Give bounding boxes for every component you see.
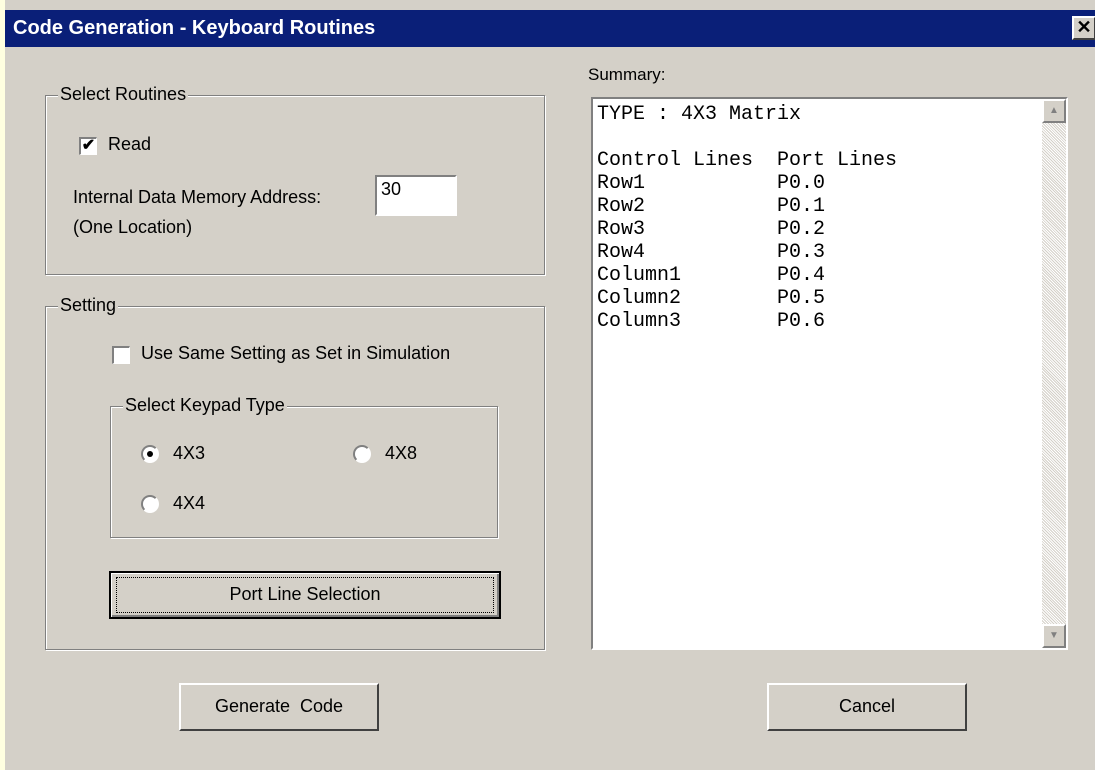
dialog-window: Code Generation - Keyboard Routines ✕ Se… — [0, 0, 1095, 770]
scroll-up-icon[interactable]: ▲ — [1042, 99, 1066, 123]
summary-text: TYPE : 4X3 Matrix Control Lines Port Lin… — [597, 103, 898, 333]
scroll-down-icon[interactable]: ▼ — [1042, 624, 1066, 648]
summary-textbox[interactable]: TYPE : 4X3 Matrix Control Lines Port Lin… — [591, 97, 1068, 650]
radio-4x8-label[interactable]: 4X8 — [385, 443, 417, 464]
use-same-setting-label[interactable]: Use Same Setting as Set in Simulation — [141, 343, 450, 364]
keypad-type-group: Select Keypad Type 4X3 4X8 4X4 — [110, 395, 498, 538]
setting-group: Setting Use Same Setting as Set in Simul… — [45, 295, 545, 650]
address-input[interactable]: 30 — [375, 175, 457, 216]
radio-4x3-label[interactable]: 4X3 — [173, 443, 205, 464]
read-label[interactable]: Read — [108, 134, 151, 155]
radio-4x3[interactable] — [141, 445, 159, 463]
select-routines-group: Select Routines ✔ Read Internal Data Mem… — [45, 84, 545, 275]
close-icon[interactable]: ✕ — [1072, 16, 1095, 40]
location-note: (One Location) — [73, 217, 193, 237]
cancel-label: Cancel — [838, 696, 896, 716]
window-title: Code Generation - Keyboard Routines — [13, 17, 376, 39]
summary-scrollbar[interactable]: ▲ ▼ — [1042, 99, 1066, 648]
cancel-button[interactable]: Cancel — [767, 683, 967, 731]
setting-legend: Setting — [58, 295, 119, 316]
title-bar[interactable]: Code Generation - Keyboard Routines ✕ — [5, 10, 1095, 47]
port-line-selection-button[interactable]: Port Line Selection — [109, 571, 501, 619]
keypad-type-legend: Select Keypad Type — [123, 395, 287, 416]
read-checkbox[interactable]: ✔ — [79, 137, 97, 155]
port-line-selection-label: Port Line Selection — [229, 584, 381, 604]
address-label: Internal Data Memory Address: — [73, 187, 322, 207]
radio-4x4[interactable] — [141, 495, 159, 513]
select-routines-legend: Select Routines — [58, 84, 189, 105]
summary-label: Summary: — [588, 65, 666, 84]
use-same-setting-checkbox[interactable] — [112, 346, 130, 364]
radio-selected-dot — [147, 451, 153, 457]
generate-code-button[interactable]: Generate Code — [179, 683, 379, 731]
radio-4x4-label[interactable]: 4X4 — [173, 493, 205, 514]
generate-code-label: Generate Code — [214, 696, 344, 716]
radio-4x8[interactable] — [353, 445, 371, 463]
